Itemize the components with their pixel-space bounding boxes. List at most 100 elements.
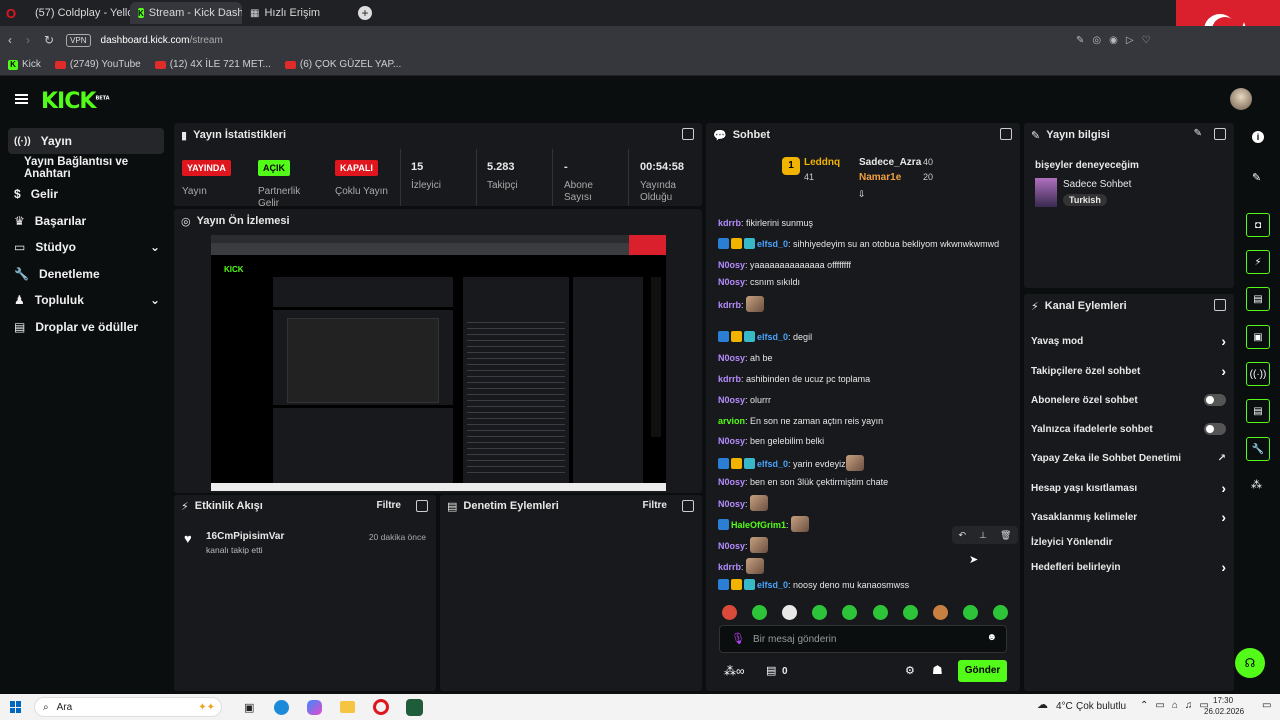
bookmark-video-2[interactable]: (6) ÇOK GÜZEL YAP... [284,59,401,70]
toggle-switch[interactable] [1204,423,1226,435]
hamburger-icon[interactable] [15,94,28,104]
chat-message[interactable]: elfsd_0: yarin evdeyiz [718,455,1008,471]
filter-button[interactable]: Filtre [377,500,401,511]
rail-button-flash[interactable]: ⚡ [1246,250,1270,274]
chat-message[interactable]: elfsd_0: sihhiyedeyim su an otobua bekli… [718,237,1008,251]
bookmark-video-1[interactable]: (12) 4X İLE 721 MET... [154,59,271,70]
emoji-icon[interactable]: ☻ [986,632,997,643]
kick-taskbar-icon[interactable] [406,698,424,716]
folder-icon[interactable] [340,701,356,713]
channel-action-row[interactable]: Yalnızca ifadelerle sohbet [1031,420,1226,438]
chat-username[interactable]: HaleOfGrim1 [731,520,786,530]
chat-username[interactable]: N0osy [718,499,745,509]
copilot-icon[interactable] [307,699,323,715]
channel-action-row[interactable]: Yapay Zeka ile Sohbet Denetimi ↗ [1031,449,1226,467]
vpn-badge[interactable]: VPN [66,33,91,47]
sidebar-item-denetleme[interactable]: 🔧 Denetleme [8,261,164,287]
robot-icon[interactable]: ☗ [932,663,943,677]
pin-icon[interactable]: ⊥ [979,530,987,541]
chat-message[interactable]: kdrrb: [718,558,1008,574]
opera-taskbar-icon[interactable] [373,699,390,715]
forward-icon[interactable]: › [26,33,30,47]
chat-message[interactable]: N0osy: ah be [718,351,1008,365]
channel-action-row[interactable]: Abonelere özel sohbet [1031,391,1226,409]
chat-username[interactable]: kdrrb [718,300,741,310]
expand-icon[interactable] [682,500,694,512]
task-view-icon[interactable]: ▣ [244,701,254,714]
chat-username[interactable]: kdrrb [718,218,741,228]
expand-icon[interactable] [1214,299,1226,311]
reply-icon[interactable]: ↶ [959,530,967,541]
chat-message[interactable]: N0osy: olurrr [718,393,1008,407]
channel-action-row[interactable]: Yavaş mod › [1031,332,1226,350]
infinity-icon[interactable]: ⁂∞ [724,664,745,678]
community-icon[interactable]: ⁂ [1251,478,1262,491]
windows-start-icon[interactable] [10,701,22,713]
chat-message[interactable]: elfsd_0: degil [718,330,1008,344]
channel-action-row[interactable]: Takipçilere özel sohbet › [1031,362,1226,380]
gear-icon[interactable]: ⚙ [905,664,915,677]
expand-icon[interactable] [416,500,428,512]
channel-action-row[interactable]: Yasaklanmış kelimeler › [1031,508,1226,526]
bookmark-youtube[interactable]: (2749) YouTube [54,59,141,70]
support-button[interactable]: ☊ [1235,648,1265,678]
bookmark-kick[interactable]: K Kick [8,59,41,70]
reload-icon[interactable]: ↻ [44,33,54,47]
kick-logo[interactable]: KICKBETA [41,89,110,114]
emote-icon[interactable] [932,605,948,620]
sidebar-item-topluluk[interactable]: ♟ Topluluk ⌄ [8,287,164,313]
sidebar-item-droplar[interactable]: ▤ Droplar ve ödüller [8,314,164,340]
chat-message[interactable]: N0osy: [718,495,1008,511]
chat-username[interactable]: elfsd_0 [757,239,788,249]
expand-icon[interactable] [1000,128,1012,140]
emote-icon[interactable] [842,605,858,620]
chat-message[interactable]: kdrrb: fikirlerini sunmuş [718,216,1008,230]
toolbar-icons[interactable]: ✎◎◉▷♡ [1076,35,1159,46]
rail-button-doc[interactable]: ▤ [1246,287,1270,311]
filter-button[interactable]: Filtre [643,500,667,511]
sidebar-item-studyo[interactable]: ▭ Stüdyo ⌄ [8,234,164,260]
chat-username[interactable]: arvion [718,416,745,426]
chat-username[interactable]: N0osy [718,277,745,287]
rail-button-chat[interactable]: ▣ [1246,325,1270,349]
chat-username[interactable]: N0osy [718,353,745,363]
chat-message[interactable]: N0osy: ben en son 3lük çektirmiştim chat… [718,475,1008,489]
send-button[interactable]: Gönder [958,660,1007,682]
notification-icon[interactable]: ▭ [1262,700,1271,711]
gift-icon[interactable]: ▤ [766,664,776,677]
emote-icon[interactable] [752,605,768,620]
sidebar-item-stream-key[interactable]: Yayın Bağlantısı ve Anahtarı [8,155,174,181]
emote-icon[interactable] [902,605,918,620]
chat-username[interactable]: N0osy [718,395,745,405]
chat-username[interactable]: kdrrb [718,562,741,572]
emote-icon[interactable] [782,605,798,620]
channel-action-row[interactable]: İzleyici Yönlendir [1031,533,1226,551]
edit-rail-icon[interactable]: ✎ [1252,171,1261,184]
expand-icon[interactable] [1214,128,1226,140]
channel-action-row[interactable]: Hedefleri belirleyin › [1031,558,1226,576]
chat-username[interactable]: elfsd_0 [757,580,788,590]
sidebar-item-basarilar[interactable]: ♛ Başarılar [8,208,164,234]
chat-message[interactable]: N0osy: yaaaaaaaaaaaaaa offffffff [718,258,1008,272]
chat-username[interactable]: elfsd_0 [757,459,788,469]
url-field[interactable]: dashboard.kick.com/stream [101,35,223,46]
trash-icon[interactable]: 🗑 [1000,530,1011,541]
emote-icon[interactable] [872,605,888,620]
rail-button-activity[interactable]: ▤ [1246,399,1270,423]
new-tab-button[interactable]: + [358,6,372,20]
info-icon[interactable]: i [1252,131,1264,143]
rail-button-wrench[interactable]: 🔧 [1246,437,1270,461]
chat-username[interactable]: elfsd_0 [757,332,788,342]
emote-icon[interactable] [962,605,978,620]
avatar[interactable] [1230,88,1252,110]
taskbar-search[interactable]: ⌕ Ara ✦✦ [34,697,222,717]
tab-coldplay[interactable]: (57) Coldplay - Yellow [22,2,130,24]
chat-message[interactable]: elfsd_0: noosy deno mu kanaosmwss [718,578,1008,592]
rail-button-broadcast[interactable]: ((·)) [1246,362,1270,386]
chat-message[interactable]: kdrrb: [718,296,1008,312]
chat-message[interactable]: N0osy: csnım sıkıldı [718,275,1008,289]
emote-icon[interactable] [812,605,828,620]
chat-message[interactable]: kdrrb: ashibinden de ucuz pc toplama [718,372,1008,386]
stream-preview-video[interactable]: KICK [211,235,666,491]
tab-kick-dashboard[interactable]: K Stream - Kick Dashbo [130,2,242,24]
